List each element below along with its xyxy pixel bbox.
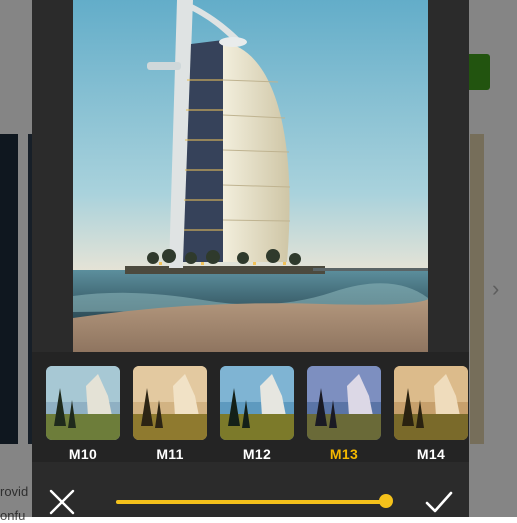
filter-thumbnail	[307, 366, 381, 440]
filter-label: M10	[68, 446, 98, 462]
filter-thumbnail	[220, 366, 294, 440]
filter-thumbnail	[394, 366, 468, 440]
filter-m10[interactable]: M10	[46, 366, 120, 462]
filter-label: M14	[416, 446, 446, 462]
slider-handle[interactable]	[379, 494, 393, 508]
filter-thumbnail	[133, 366, 207, 440]
intensity-slider[interactable]	[116, 494, 393, 510]
hotel-photo	[73, 0, 428, 352]
check-icon	[425, 491, 453, 513]
filter-m11[interactable]: M11	[133, 366, 207, 462]
editor-controls	[32, 462, 469, 517]
photo-preview	[73, 0, 428, 352]
filter-thumbnail	[46, 366, 120, 440]
filter-label-active: M13	[329, 446, 359, 462]
filter-label: M11	[156, 446, 184, 462]
slider-fill	[116, 500, 386, 504]
close-icon	[49, 489, 75, 515]
cancel-button[interactable]	[48, 488, 76, 516]
filter-m12[interactable]: M12	[220, 366, 294, 462]
confirm-button[interactable]	[424, 488, 454, 516]
filter-m13[interactable]: M13	[307, 366, 381, 462]
filter-label: M12	[242, 446, 272, 462]
filter-strip: M10 M11 M12 M13 M14	[32, 352, 469, 462]
filter-m14[interactable]: M14	[394, 366, 468, 462]
photo-filter-editor: M10 M11 M12 M13 M14	[32, 0, 469, 517]
